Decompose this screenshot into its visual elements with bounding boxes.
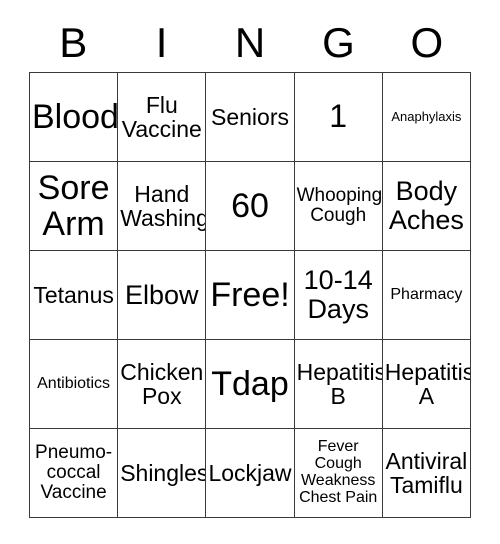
- free-space-label: Free!: [210, 275, 290, 314]
- bingo-cell-n4[interactable]: Tdap: [206, 340, 295, 429]
- bingo-cell-n2[interactable]: 60: [206, 162, 295, 251]
- bingo-cell-label: Fever Cough Weakness Chest Pain: [299, 438, 378, 506]
- header-letter-o: O: [410, 19, 444, 66]
- bingo-cell-o5[interactable]: Antiviral Tamiflu: [382, 429, 471, 518]
- bingo-cell-label: Anaphylaxis: [391, 109, 462, 125]
- bingo-cell-free-space[interactable]: Free!: [206, 251, 295, 340]
- bingo-cell-label: 10-14 Days: [303, 265, 373, 324]
- header-letter-b: B: [59, 19, 88, 66]
- bingo-cell-label: Lockjaw: [208, 459, 292, 486]
- bingo-cell-label: Antibiotics: [37, 374, 111, 392]
- header-letter-n: N: [234, 19, 266, 66]
- bingo-cell-label: Hand Washing: [120, 180, 207, 231]
- bingo-grid: Blood Flu Vaccine Seniors 1 Anaphylaxis …: [29, 72, 471, 518]
- bingo-cell-n5[interactable]: Lockjaw: [206, 429, 295, 518]
- bingo-cell-b3[interactable]: Tetanus: [30, 251, 119, 340]
- bingo-header-row: B I N G O: [29, 14, 471, 72]
- bingo-cell-i3[interactable]: Elbow: [118, 251, 207, 340]
- bingo-cell-label: Elbow: [125, 279, 199, 310]
- bingo-cell-b4[interactable]: Antibiotics: [30, 340, 119, 429]
- bingo-cell-o3[interactable]: Pharmacy: [382, 251, 471, 340]
- bingo-cell-b1[interactable]: Blood: [30, 73, 119, 162]
- bingo-cell-label: Pneumo- coccal Vaccine: [35, 441, 113, 504]
- bingo-cell-i4[interactable]: Chicken Pox: [118, 340, 207, 429]
- bingo-cell-label: Antiviral Tamiflu: [385, 447, 468, 498]
- bingo-card: B I N G O Blood Flu Vaccine Seniors 1 An…: [0, 0, 500, 544]
- bingo-cell-label: 60: [231, 186, 269, 225]
- bingo-cell-b5[interactable]: Pneumo- coccal Vaccine: [30, 429, 119, 518]
- bingo-cell-o2[interactable]: Body Aches: [382, 162, 471, 251]
- bingo-cell-label: Tdap: [211, 364, 289, 403]
- bingo-cell-label: Hepatitis A: [384, 358, 471, 409]
- bingo-cell-i1[interactable]: Flu Vaccine: [118, 73, 207, 162]
- bingo-cell-g5[interactable]: Fever Cough Weakness Chest Pain: [294, 429, 383, 518]
- bingo-cell-i2[interactable]: Hand Washing: [118, 162, 207, 251]
- bingo-cell-o4[interactable]: Hepatitis A: [382, 340, 471, 429]
- bingo-cell-i5[interactable]: Shingles: [118, 429, 207, 518]
- bingo-cell-o1[interactable]: Anaphylaxis: [382, 73, 471, 162]
- bingo-cell-label: 1: [329, 98, 348, 135]
- bingo-cell-label: Hepatitis B: [296, 358, 383, 409]
- bingo-cell-label: Seniors: [211, 103, 289, 130]
- bingo-cell-label: Shingles: [120, 459, 207, 486]
- bingo-cell-n1[interactable]: Seniors: [206, 73, 295, 162]
- bingo-cell-b2[interactable]: Sore Arm: [30, 162, 119, 251]
- bingo-cell-g3[interactable]: 10-14 Days: [294, 251, 383, 340]
- bingo-cell-label: Tetanus: [33, 281, 114, 308]
- bingo-cell-label: Whooping Cough: [296, 184, 383, 226]
- bingo-cell-g4[interactable]: Hepatitis B: [294, 340, 383, 429]
- header-letter-g: G: [322, 19, 355, 66]
- bingo-cell-label: Blood: [32, 97, 119, 136]
- header-letter-i: I: [155, 19, 168, 66]
- bingo-cell-label: Chicken Pox: [120, 358, 204, 409]
- bingo-cell-label: Body Aches: [388, 176, 464, 235]
- bingo-cell-g1[interactable]: 1: [294, 73, 383, 162]
- bingo-cell-g2[interactable]: Whooping Cough: [294, 162, 383, 251]
- bingo-cell-label: Sore Arm: [37, 168, 110, 243]
- bingo-cell-label: Flu Vaccine: [121, 91, 202, 142]
- bingo-cell-label: Pharmacy: [390, 285, 463, 303]
